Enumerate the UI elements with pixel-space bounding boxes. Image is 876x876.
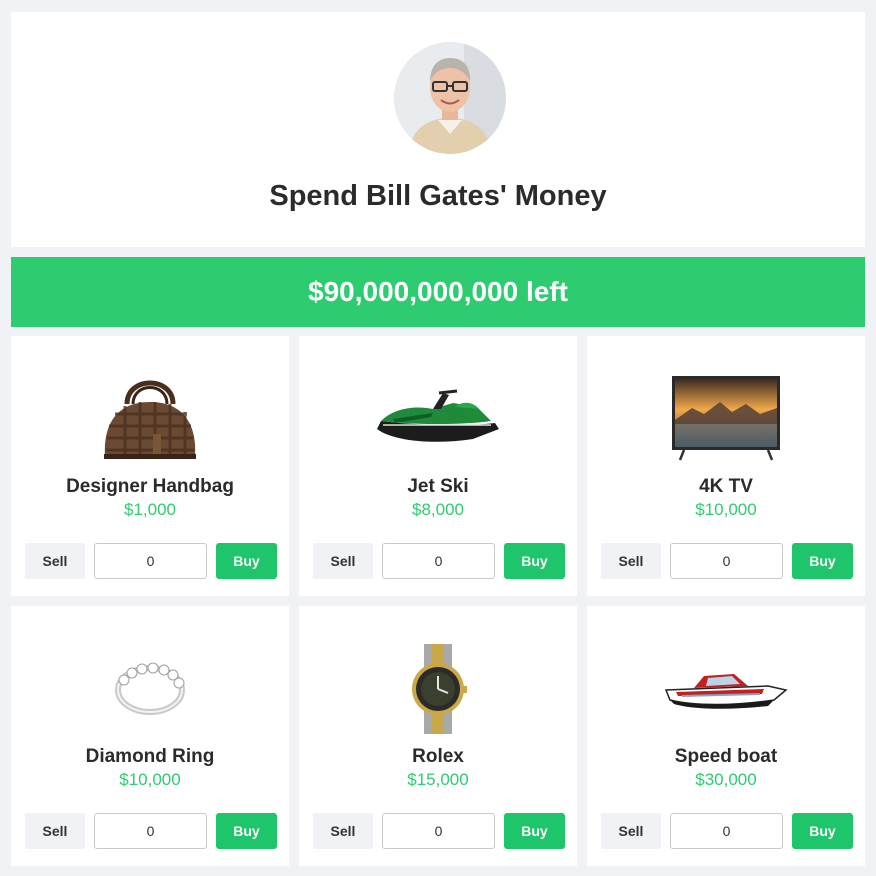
avatar (394, 42, 506, 154)
item-name: Designer Handbag (66, 476, 234, 497)
handbag-icon (104, 380, 196, 459)
sell-button[interactable]: Sell (601, 543, 661, 579)
header-card: Spend Bill Gates' Money (11, 12, 865, 247)
quantity-input[interactable] (94, 543, 207, 579)
item-name: Rolex (412, 746, 464, 767)
sell-button[interactable]: Sell (25, 543, 85, 579)
sell-button[interactable]: Sell (313, 543, 373, 579)
item-card: 4K TV $10,000 Sell Buy (587, 336, 865, 596)
watch-icon (412, 644, 467, 734)
item-name: 4K TV (699, 476, 753, 497)
buy-button[interactable]: Buy (504, 543, 565, 579)
item-price: $15,000 (407, 770, 469, 789)
item-name: Diamond Ring (85, 746, 215, 767)
buy-button[interactable]: Buy (792, 543, 853, 579)
item-price: $8,000 (412, 500, 464, 519)
item-card: Rolex $15,000 Sell Buy (299, 606, 577, 866)
item-name: Jet Ski (407, 476, 469, 497)
quantity-input[interactable] (94, 813, 207, 849)
item-card: Designer Handbag $1,000 Sell Buy (11, 336, 289, 596)
money-left-bar: $90,000,000,000 left (11, 257, 865, 327)
buy-button[interactable]: Buy (792, 813, 853, 849)
jet-ski-icon (377, 389, 499, 442)
quantity-input[interactable] (670, 543, 783, 579)
buy-button[interactable]: Buy (216, 543, 277, 579)
item-image (587, 628, 865, 750)
speedboat-icon (664, 674, 788, 709)
item-name: Speed boat (674, 746, 778, 767)
tv-icon (672, 376, 780, 461)
quantity-input[interactable] (382, 543, 495, 579)
quantity-input[interactable] (670, 813, 783, 849)
money-left-text: $90,000,000,000 left (308, 276, 568, 307)
buy-button[interactable]: Buy (504, 813, 565, 849)
item-image (299, 628, 577, 750)
buy-button[interactable]: Buy (216, 813, 277, 849)
item-image (11, 358, 289, 480)
item-price: $10,000 (695, 500, 757, 519)
item-image (587, 358, 865, 480)
quantity-input[interactable] (382, 813, 495, 849)
page-title: Spend Bill Gates' Money (269, 180, 607, 212)
person-portrait-icon (394, 42, 506, 154)
item-price: $1,000 (124, 500, 176, 519)
item-image (299, 358, 577, 480)
item-price: $10,000 (119, 770, 181, 789)
item-card: Speed boat $30,000 Sell Buy (587, 606, 865, 866)
item-price: $30,000 (695, 770, 757, 789)
ring-icon (115, 662, 185, 715)
sell-button[interactable]: Sell (313, 813, 373, 849)
item-card: Jet Ski $8,000 Sell Buy (299, 336, 577, 596)
sell-button[interactable]: Sell (601, 813, 661, 849)
sell-button[interactable]: Sell (25, 813, 85, 849)
item-card: Diamond Ring $10,000 Sell Buy (11, 606, 289, 866)
item-image (11, 628, 289, 750)
